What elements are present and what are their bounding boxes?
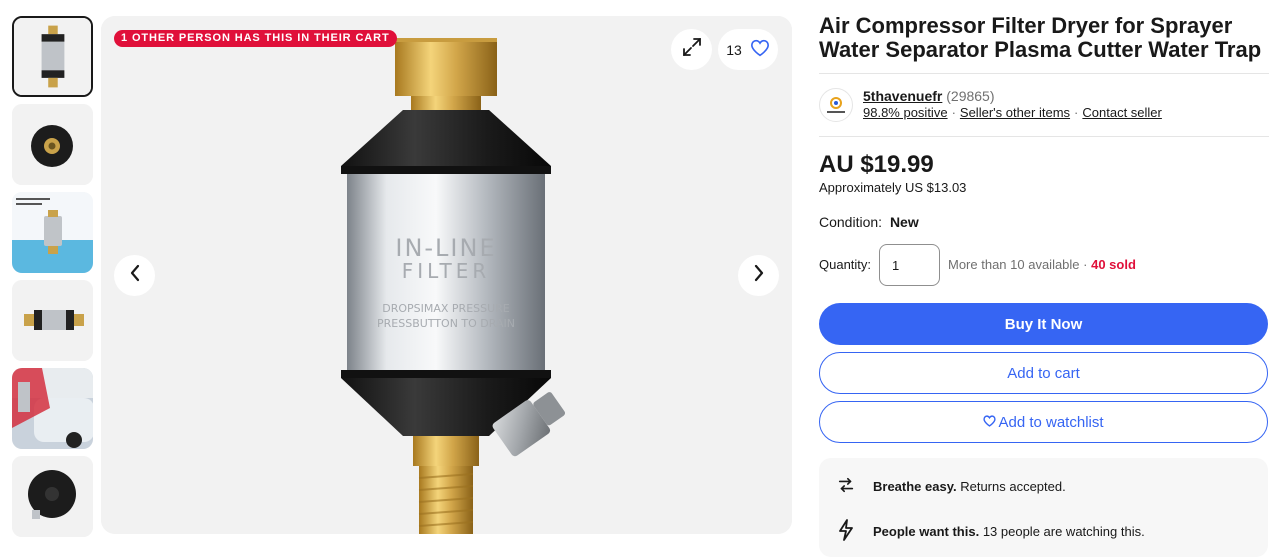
separator-dot: ·: [1083, 257, 1092, 272]
chevron-right-icon: [753, 264, 765, 287]
returns-icon: [837, 476, 855, 497]
listing-title: Air Compressor Filter Dryer for Sprayer …: [819, 13, 1262, 62]
condition-row: Condition: New: [819, 214, 919, 230]
quantity-label: Quantity:: [819, 257, 872, 272]
product-label-line4: PRESSBUTTON TO DRAIN: [377, 317, 515, 330]
watch-count-button[interactable]: 13: [718, 29, 778, 70]
divider: [819, 136, 1269, 137]
thumbnail-3[interactable]: [12, 192, 93, 273]
condition-value: New: [889, 214, 919, 230]
seller-feedback-count: (29865): [946, 88, 995, 104]
lightning-icon: [837, 519, 855, 544]
seller-feedback-link[interactable]: 98.8% positive: [863, 105, 948, 120]
add-to-cart-button[interactable]: Add to cart: [819, 352, 1268, 394]
chevron-left-icon: [129, 264, 141, 287]
approx-price: Approximately US $13.03: [819, 180, 967, 195]
info-row-watching: People want this. 13 people are watching…: [837, 519, 1145, 544]
thumbnail-2[interactable]: [12, 104, 93, 185]
seller-links: 98.8% positive · Seller's other items · Cont…: [863, 105, 1162, 120]
condition-label: Condition:: [819, 214, 883, 230]
heart-icon: [750, 39, 770, 60]
thumbnail-5[interactable]: [12, 368, 93, 449]
quantity-input[interactable]: [879, 244, 940, 286]
price: AU $19.99: [819, 151, 934, 178]
cart-activity-banner: 1 other person has this in their cart: [114, 30, 397, 47]
add-to-watchlist-label: Add to watchlist: [998, 413, 1104, 431]
sold-count: 40 sold: [1091, 257, 1136, 272]
expand-image-button[interactable]: [671, 29, 712, 70]
next-image-button[interactable]: [738, 255, 779, 296]
seller-logo-icon: [827, 97, 845, 113]
seller-name-row: 5thavenuefr (29865): [863, 88, 995, 104]
main-image[interactable]: IN-LINE FILTER DROPSIMAX PRESSURE PRESSB…: [101, 16, 792, 534]
thumbnail-6[interactable]: [12, 456, 93, 537]
thumbnail-1[interactable]: [12, 16, 93, 97]
info-row-returns: Breathe easy. Returns accepted.: [837, 476, 1066, 497]
product-label-line1: IN-LINE: [395, 234, 496, 262]
buy-it-now-button[interactable]: Buy It Now: [819, 303, 1268, 345]
product-label-line2: FILTER: [402, 259, 491, 283]
availability: More than 10 available · 40 sold: [948, 257, 1136, 272]
expand-icon: [682, 37, 702, 62]
previous-image-button[interactable]: [114, 255, 155, 296]
info-panel: Breathe easy. Returns accepted. People w…: [819, 458, 1268, 557]
product-label-line3: DROPSIMAX PRESSURE: [382, 302, 510, 315]
seller-name-link[interactable]: 5thavenuefr: [863, 88, 942, 104]
seller-avatar[interactable]: [819, 88, 853, 122]
returns-text: Breathe easy. Returns accepted.: [873, 479, 1066, 494]
separator-dot: ·: [951, 105, 956, 120]
divider: [819, 73, 1269, 74]
heart-icon: [983, 414, 997, 431]
watch-count: 13: [726, 41, 742, 58]
availability-text: More than 10 available: [948, 257, 1080, 272]
separator-dot: ·: [1074, 105, 1079, 120]
contact-seller-link[interactable]: Contact seller: [1082, 105, 1161, 120]
product-photo: IN-LINE FILTER DROPSIMAX PRESSURE PRESSB…: [101, 16, 792, 534]
seller-other-items-link[interactable]: Seller's other items: [960, 105, 1070, 120]
watching-text: People want this. 13 people are watching…: [873, 524, 1145, 539]
thumbnail-4[interactable]: [12, 280, 93, 361]
add-to-watchlist-button[interactable]: Add to watchlist: [819, 401, 1268, 443]
